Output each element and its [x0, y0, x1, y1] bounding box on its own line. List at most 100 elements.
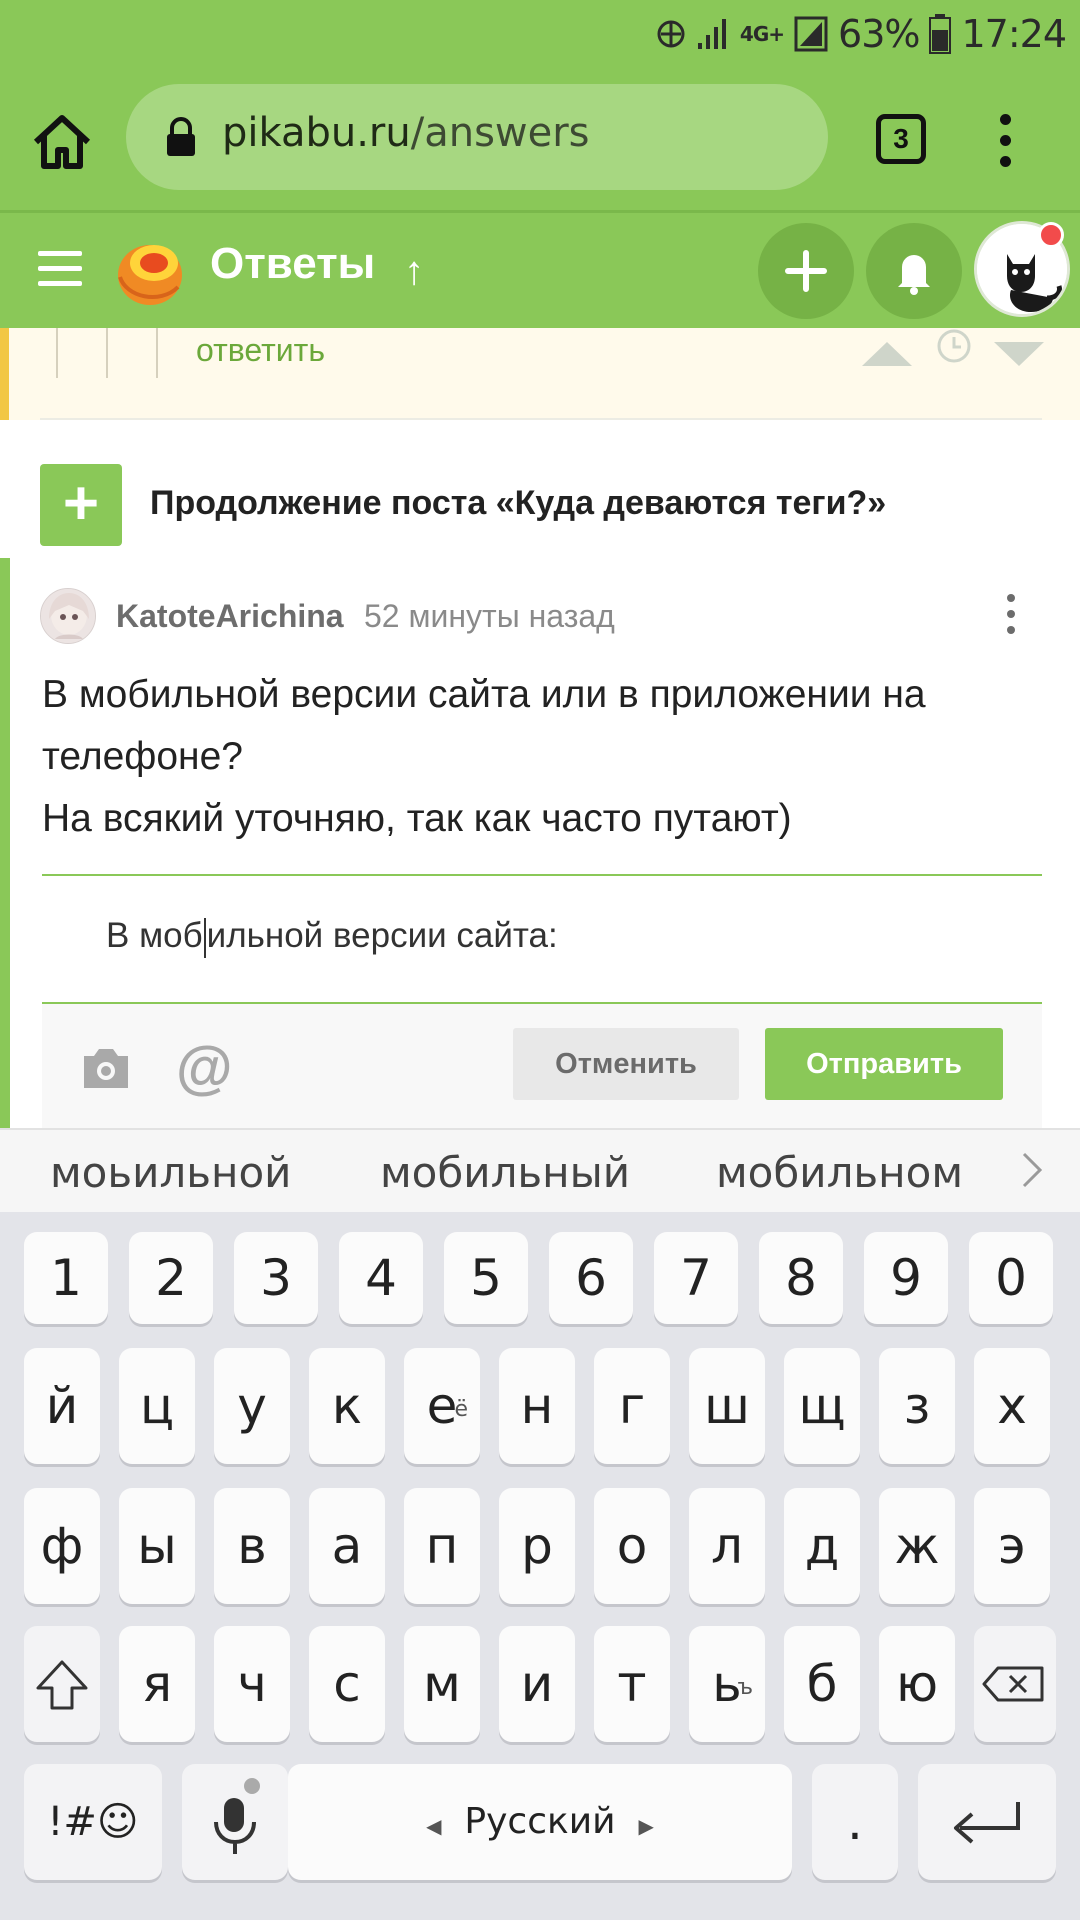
- clock-icon[interactable]: [936, 328, 972, 364]
- key-letter[interactable]: д: [784, 1488, 860, 1604]
- home-icon[interactable]: [28, 108, 96, 176]
- key-letter[interactable]: в: [214, 1488, 290, 1604]
- shift-key[interactable]: [24, 1626, 100, 1742]
- key-0[interactable]: 0: [969, 1232, 1053, 1324]
- key-6[interactable]: 6: [549, 1232, 633, 1324]
- key-label: 7: [680, 1249, 712, 1307]
- comment-author[interactable]: KatoteArichina: [116, 598, 344, 635]
- downvote-icon[interactable]: [994, 342, 1044, 366]
- continue-post-row[interactable]: + Продолжение поста «Куда деваются теги?…: [0, 420, 1080, 558]
- key-letter[interactable]: ёе: [404, 1348, 480, 1464]
- continue-post-title[interactable]: Продолжение поста «Куда деваются теги?»: [150, 484, 886, 523]
- key-letter[interactable]: ф: [24, 1488, 100, 1604]
- key-letter[interactable]: б: [784, 1626, 860, 1742]
- reply-text: В моб ильной версии сайта:: [106, 916, 558, 958]
- camera-icon[interactable]: [80, 1046, 132, 1090]
- key-5[interactable]: 5: [444, 1232, 528, 1324]
- reply-text-part: ильной версии сайта:: [206, 916, 558, 955]
- address-bar[interactable]: pikabu.ru/answers: [126, 84, 828, 190]
- key-letter[interactable]: й: [24, 1348, 100, 1464]
- key-letter[interactable]: а: [309, 1488, 385, 1604]
- key-letter[interactable]: г: [594, 1348, 670, 1464]
- scroll-up-arrow-icon[interactable]: ↑: [404, 249, 424, 294]
- suggestion-item[interactable]: мобильном: [716, 1148, 963, 1197]
- key-letter[interactable]: ч: [214, 1626, 290, 1742]
- space-key[interactable]: ◀ Русский ▶: [288, 1764, 792, 1880]
- key-letter[interactable]: т: [594, 1626, 670, 1742]
- key-letter[interactable]: к: [309, 1348, 385, 1464]
- key-letter[interactable]: я: [119, 1626, 195, 1742]
- network-type: 4G+: [739, 22, 785, 46]
- reply-form: В моб ильной версии сайта: @ Отменить Отп…: [42, 874, 1042, 1128]
- send-button[interactable]: Отправить: [765, 1028, 1003, 1100]
- expand-plus-icon[interactable]: +: [40, 464, 122, 546]
- backspace-icon: [982, 1666, 1044, 1702]
- key-letter[interactable]: з: [879, 1348, 955, 1464]
- pikabu-logo[interactable]: [112, 233, 188, 309]
- key-letter[interactable]: ш: [689, 1348, 765, 1464]
- cancel-button[interactable]: Отменить: [513, 1028, 739, 1100]
- chevron-right-icon[interactable]: [1018, 1148, 1048, 1192]
- key-letter[interactable]: у: [214, 1348, 290, 1464]
- shift-arrow-icon: [36, 1660, 88, 1710]
- key-letter[interactable]: л: [689, 1488, 765, 1604]
- clock-time: 17:24: [961, 12, 1067, 56]
- key-letter[interactable]: н: [499, 1348, 575, 1464]
- key-letter[interactable]: х: [974, 1348, 1050, 1464]
- key-1[interactable]: 1: [24, 1232, 108, 1324]
- key-letter[interactable]: щ: [784, 1348, 860, 1464]
- key-label: л: [711, 1517, 743, 1575]
- symbols-key[interactable]: !#☺: [24, 1764, 162, 1880]
- key-label: ф: [40, 1517, 84, 1575]
- voice-input-key[interactable]: [182, 1764, 288, 1880]
- key-letter[interactable]: п: [404, 1488, 480, 1604]
- key-letter[interactable]: ъь: [689, 1626, 765, 1742]
- key-letter[interactable]: и: [499, 1626, 575, 1742]
- key-letter[interactable]: ж: [879, 1488, 955, 1604]
- comment-timestamp[interactable]: 52 минуты назад: [364, 598, 615, 635]
- key-3[interactable]: 3: [234, 1232, 318, 1324]
- key-letter[interactable]: м: [404, 1626, 480, 1742]
- key-letter[interactable]: о: [594, 1488, 670, 1604]
- browser-menu-icon[interactable]: [990, 108, 1020, 184]
- tab-switcher-button[interactable]: 3: [876, 114, 926, 164]
- author-avatar[interactable]: [40, 588, 96, 644]
- key-label: м: [423, 1655, 461, 1713]
- section-title[interactable]: Ответы: [210, 239, 375, 289]
- key-7[interactable]: 7: [654, 1232, 738, 1324]
- upvote-icon[interactable]: [862, 342, 912, 366]
- comment: KatoteArichina 52 минуты назад В мобильн…: [0, 558, 1080, 1128]
- notifications-button[interactable]: [866, 223, 962, 319]
- key-letter[interactable]: с: [309, 1626, 385, 1742]
- key-letter[interactable]: р: [499, 1488, 575, 1604]
- key-4[interactable]: 4: [339, 1232, 423, 1324]
- key-8[interactable]: 8: [759, 1232, 843, 1324]
- reply-textarea[interactable]: В моб ильной версии сайта:: [42, 874, 1042, 1004]
- reply-link[interactable]: ответить: [196, 332, 325, 369]
- enter-key[interactable]: [918, 1764, 1056, 1880]
- key-letter[interactable]: э: [974, 1488, 1050, 1604]
- key-label: 9: [890, 1249, 922, 1307]
- key-label: п: [425, 1517, 459, 1575]
- data-saver-icon: [657, 20, 685, 48]
- suggestion-item[interactable]: мобильный: [380, 1148, 630, 1197]
- create-post-button[interactable]: [758, 223, 854, 319]
- backspace-key[interactable]: [974, 1626, 1056, 1742]
- key-label: ц: [139, 1377, 175, 1435]
- url-path: /answers: [410, 110, 590, 156]
- key-label: о: [616, 1517, 648, 1575]
- mention-icon[interactable]: @: [176, 1034, 233, 1101]
- key-9[interactable]: 9: [864, 1232, 948, 1324]
- key-2[interactable]: 2: [129, 1232, 213, 1324]
- key-letter[interactable]: ы: [119, 1488, 195, 1604]
- key-letter[interactable]: ю: [879, 1626, 955, 1742]
- period-key[interactable]: .: [812, 1764, 898, 1880]
- battery-icon: [929, 14, 952, 54]
- key-label: э: [998, 1517, 1026, 1575]
- anime-girl-avatar-icon: [41, 589, 95, 643]
- suggestion-item[interactable]: моьильной: [50, 1148, 291, 1197]
- comment-menu-icon[interactable]: [1004, 594, 1018, 638]
- key-letter[interactable]: ц: [119, 1348, 195, 1464]
- hamburger-menu-icon[interactable]: [38, 251, 82, 287]
- comment-thread-bar: [0, 558, 10, 1128]
